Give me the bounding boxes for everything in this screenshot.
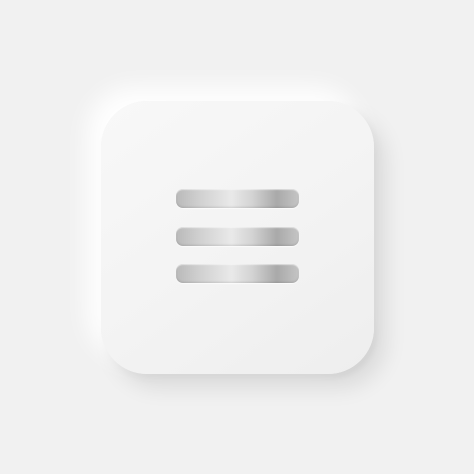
menu-button[interactable]: [101, 101, 374, 374]
menu-bar-top: [176, 189, 299, 208]
hamburger-menu-icon: [176, 189, 299, 283]
menu-bar-bottom: [176, 264, 299, 283]
menu-bar-middle: [176, 227, 299, 246]
app-canvas: [0, 0, 474, 474]
